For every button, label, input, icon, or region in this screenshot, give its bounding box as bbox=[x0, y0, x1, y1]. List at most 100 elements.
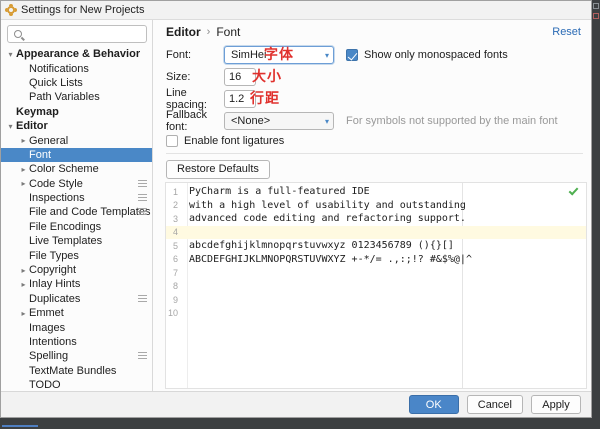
breadcrumb-font: Font bbox=[216, 25, 240, 39]
preview-line[interactable]: 5abcdefghijklmnopqrstuvwxyz 0123456789 (… bbox=[166, 239, 586, 253]
sidebar-item-inlay-hints[interactable]: ▸Inlay Hints bbox=[1, 277, 152, 291]
sidebar-item-general[interactable]: ▸General bbox=[1, 133, 152, 147]
line-spacing-input[interactable]: 1.2 bbox=[224, 90, 256, 108]
sidebar-item-label: General bbox=[29, 135, 68, 147]
apply-button[interactable]: Apply bbox=[531, 395, 581, 414]
sidebar-item-images[interactable]: Images bbox=[1, 320, 152, 334]
per-section-settings-icon bbox=[138, 180, 147, 188]
preview-line[interactable]: 7 bbox=[166, 266, 586, 280]
dialog-titlebar[interactable]: Settings for New Projects bbox=[1, 1, 591, 20]
per-section-settings-icon bbox=[138, 352, 147, 360]
chevron-down-icon[interactable]: ▾ bbox=[5, 122, 16, 131]
chevron-right-icon[interactable]: ▸ bbox=[18, 280, 29, 289]
font-family-value: SimHei bbox=[231, 49, 266, 61]
preview-line[interactable]: 6ABCDEFGHIJKLMNOPQRSTUVWXYZ +-*/= .,:;!?… bbox=[166, 253, 586, 267]
preview-lines: 1PyCharm is a full-featured IDE2with a h… bbox=[166, 185, 586, 320]
sidebar-item-appearance-behavior[interactable]: ▾Appearance & Behavior bbox=[1, 47, 152, 61]
sidebar-item-label: Editor bbox=[16, 120, 48, 132]
line-number: 5 bbox=[166, 241, 183, 251]
preview-line[interactable]: 4 bbox=[166, 226, 586, 240]
sidebar-item-label: Intentions bbox=[29, 336, 77, 348]
settings-search-box[interactable] bbox=[7, 25, 147, 43]
fallback-font-row: Fallback font: <None> ▾ For symbols not … bbox=[166, 112, 583, 130]
ok-button[interactable]: OK bbox=[409, 395, 459, 414]
sidebar-item-file-encodings[interactable]: File Encodings bbox=[1, 220, 152, 234]
cancel-button[interactable]: Cancel bbox=[467, 395, 523, 414]
chevron-right-icon[interactable]: ▸ bbox=[18, 266, 29, 275]
settings-sidebar: ▾Appearance & BehaviorNotificationsQuick… bbox=[1, 20, 153, 391]
chevron-right-icon[interactable]: ▸ bbox=[18, 179, 29, 188]
sidebar-item-file-and-code-templates[interactable]: File and Code Templates bbox=[1, 205, 152, 219]
sidebar-item-quick-lists[interactable]: Quick Lists bbox=[1, 76, 152, 90]
sidebar-item-color-scheme[interactable]: ▸Color Scheme bbox=[1, 162, 152, 176]
sidebar-item-inspections[interactable]: Inspections bbox=[1, 191, 152, 205]
preview-line[interactable]: 9 bbox=[166, 293, 586, 307]
sidebar-item-label: TODO bbox=[29, 379, 61, 391]
sidebar-item-label: Live Templates bbox=[29, 235, 102, 247]
line-text: PyCharm is a full-featured IDE bbox=[189, 186, 370, 197]
sidebar-item-label: Copyright bbox=[29, 264, 76, 276]
line-number: 6 bbox=[166, 254, 183, 264]
sidebar-item-duplicates[interactable]: Duplicates bbox=[1, 292, 152, 306]
sidebar-item-todo[interactable]: TODO bbox=[1, 378, 152, 392]
fallback-font-select[interactable]: <None> ▾ bbox=[224, 112, 334, 130]
size-value: 16 bbox=[229, 71, 241, 83]
preview-line[interactable]: 10 bbox=[166, 307, 586, 321]
settings-search-input[interactable] bbox=[28, 27, 144, 41]
sidebar-item-copyright[interactable]: ▸Copyright bbox=[1, 263, 152, 277]
sidebar-item-label: Appearance & Behavior bbox=[16, 48, 140, 60]
dialog-body: ▾Appearance & BehaviorNotificationsQuick… bbox=[1, 20, 591, 391]
sidebar-item-emmet[interactable]: ▸Emmet bbox=[1, 306, 152, 320]
sidebar-item-editor[interactable]: ▾Editor bbox=[1, 119, 152, 133]
monospaced-checkbox-row[interactable]: Show only monospaced fonts bbox=[346, 49, 508, 61]
sidebar-item-label: File Types bbox=[29, 250, 79, 262]
monospaced-checkbox[interactable] bbox=[346, 49, 358, 61]
sidebar-item-spelling[interactable]: Spelling bbox=[1, 349, 152, 363]
line-number: 7 bbox=[166, 268, 183, 278]
sidebar-item-label: Inlay Hints bbox=[29, 278, 80, 290]
sidebar-item-keymap[interactable]: Keymap bbox=[1, 105, 152, 119]
line-text: with a high level of usability and outst… bbox=[189, 200, 466, 211]
sidebar-item-intentions[interactable]: Intentions bbox=[1, 335, 152, 349]
line-spacing-label: Line spacing: bbox=[166, 87, 224, 111]
preview-line[interactable]: 8 bbox=[166, 280, 586, 294]
line-spacing-row: Line spacing: 1.2 bbox=[166, 90, 583, 108]
font-family-select[interactable]: SimHei ▾ bbox=[224, 46, 334, 64]
sidebar-item-textmate-bundles[interactable]: TextMate Bundles bbox=[1, 364, 152, 378]
fallback-font-value: <None> bbox=[231, 115, 270, 127]
sidebar-item-font[interactable]: Font bbox=[1, 148, 152, 162]
reset-link[interactable]: Reset bbox=[552, 26, 581, 38]
sidebar-item-path-variables[interactable]: Path Variables bbox=[1, 90, 152, 104]
ide-notification-icon bbox=[593, 13, 599, 19]
dialog-title: Settings for New Projects bbox=[21, 4, 145, 16]
fallback-font-hint: For symbols not supported by the main fo… bbox=[346, 115, 558, 127]
per-section-settings-icon bbox=[138, 295, 147, 303]
chevron-right-icon[interactable]: ▸ bbox=[18, 165, 29, 174]
breadcrumb-editor[interactable]: Editor bbox=[166, 25, 201, 39]
sidebar-item-file-types[interactable]: File Types bbox=[1, 248, 152, 262]
preview-line[interactable]: 1PyCharm is a full-featured IDE bbox=[166, 185, 586, 199]
size-input[interactable]: 16 bbox=[224, 68, 256, 86]
settings-main-panel: Editor › Font Reset Font: SimHei ▾ bbox=[153, 20, 591, 391]
chevron-down-icon[interactable]: ▾ bbox=[5, 50, 16, 59]
line-text: advanced code editing and refactoring su… bbox=[189, 213, 466, 224]
line-number: 4 bbox=[166, 227, 183, 237]
line-spacing-value: 1.2 bbox=[229, 93, 244, 105]
chevron-right-icon[interactable]: ▸ bbox=[18, 136, 29, 145]
font-label: Font: bbox=[166, 49, 224, 61]
restore-defaults-button[interactable]: Restore Defaults bbox=[166, 160, 270, 179]
font-preview-editor[interactable]: 1PyCharm is a full-featured IDE2with a h… bbox=[165, 182, 587, 389]
sidebar-item-live-templates[interactable]: Live Templates bbox=[1, 234, 152, 248]
ligatures-checkbox-row[interactable]: Enable font ligatures bbox=[166, 135, 284, 147]
breadcrumb-separator-icon: › bbox=[207, 26, 211, 38]
sidebar-item-label: TextMate Bundles bbox=[29, 365, 116, 377]
per-section-settings-icon bbox=[138, 208, 147, 216]
chevron-right-icon[interactable]: ▸ bbox=[18, 309, 29, 318]
preview-line[interactable]: 2with a high level of usability and outs… bbox=[166, 199, 586, 213]
ligatures-checkbox[interactable] bbox=[166, 135, 178, 147]
sidebar-item-code-style[interactable]: ▸Code Style bbox=[1, 177, 152, 191]
background-console-link bbox=[2, 420, 38, 427]
preview-line[interactable]: 3advanced code editing and refactoring s… bbox=[166, 212, 586, 226]
sidebar-item-notifications[interactable]: Notifications bbox=[1, 61, 152, 75]
sidebar-item-label: Images bbox=[29, 322, 65, 334]
